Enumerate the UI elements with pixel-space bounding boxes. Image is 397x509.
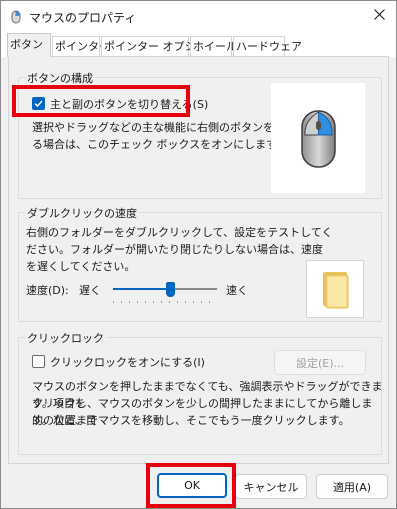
- tab-pointers[interactable]: ポインター: [52, 36, 110, 57]
- slow-label: 遅く: [79, 284, 101, 297]
- speed-slider[interactable]: [113, 282, 217, 304]
- buttons-tab-panel: ボタンの構成 主と副のボタンを切り替える(S) 選択やドラッグなどの主な機能に右…: [8, 56, 389, 464]
- clicklock-settings-button[interactable]: 設定(E)...: [274, 350, 366, 375]
- clicklock-description-3: 的の位置までマウスを移動し、そこでもう一度クリックします。: [32, 414, 350, 427]
- button-config-description-2: る場合は、このチェック ボックスをオンにします。: [32, 138, 288, 151]
- clicklock-checkbox-label[interactable]: クリックロックをオンにする(I): [50, 354, 205, 370]
- clicklock-checkbox[interactable]: [32, 355, 45, 368]
- folder-icon: [323, 272, 349, 309]
- tab-wheel[interactable]: ホイール: [190, 36, 237, 57]
- button-config-title: ボタンの構成: [25, 70, 95, 86]
- mouse-properties-dialog: マウスのプロパティ ボタン ポインター ポインター オプション ホイール ハード…: [0, 0, 397, 509]
- cancel-button[interactable]: キャンセル: [235, 474, 307, 499]
- highlight-frame-ok: [146, 463, 236, 508]
- test-folder[interactable]: [306, 260, 364, 318]
- clicklock-title: クリックロック: [25, 330, 106, 346]
- double-click-description-1: 右側のフォルダーをダブルクリックして、設定をテストしてく: [26, 226, 333, 239]
- fast-label: 速く: [226, 284, 248, 297]
- window-title: マウスのプロパティ: [29, 11, 137, 25]
- slider-thumb[interactable]: [165, 282, 175, 297]
- mouse-icon: [301, 110, 336, 168]
- highlight-frame-checkbox: [12, 85, 190, 117]
- tab-buttons[interactable]: ボタン: [7, 33, 51, 57]
- speed-label: 速度(D):: [26, 284, 69, 297]
- slider-ticks: [113, 301, 217, 303]
- double-click-description-3: を遅くしてください。: [26, 260, 136, 273]
- tab-strip: ボタン ポインター ポインター オプション ホイール ハードウェア: [1, 31, 396, 57]
- slider-fill: [113, 288, 171, 290]
- close-icon: [373, 9, 385, 23]
- double-click-title: ダブルクリックの速度: [25, 205, 139, 221]
- tab-hardware[interactable]: ハードウェア: [233, 36, 302, 57]
- close-button[interactable]: [362, 1, 396, 31]
- mouse-app-icon: [9, 10, 23, 24]
- apply-button[interactable]: 適用(A): [316, 474, 388, 499]
- mouse-preview: [271, 83, 365, 193]
- double-click-description-2: ださい。フォルダーが開いたり閉じたりしない場合は、速度: [26, 243, 323, 256]
- button-config-description-1: 選択やドラッグなどの主な機能に右側のボタンを使用す: [32, 121, 307, 134]
- tab-pointer-options[interactable]: ポインター オプション: [101, 36, 218, 57]
- title-bar: マウスのプロパティ: [1, 1, 396, 31]
